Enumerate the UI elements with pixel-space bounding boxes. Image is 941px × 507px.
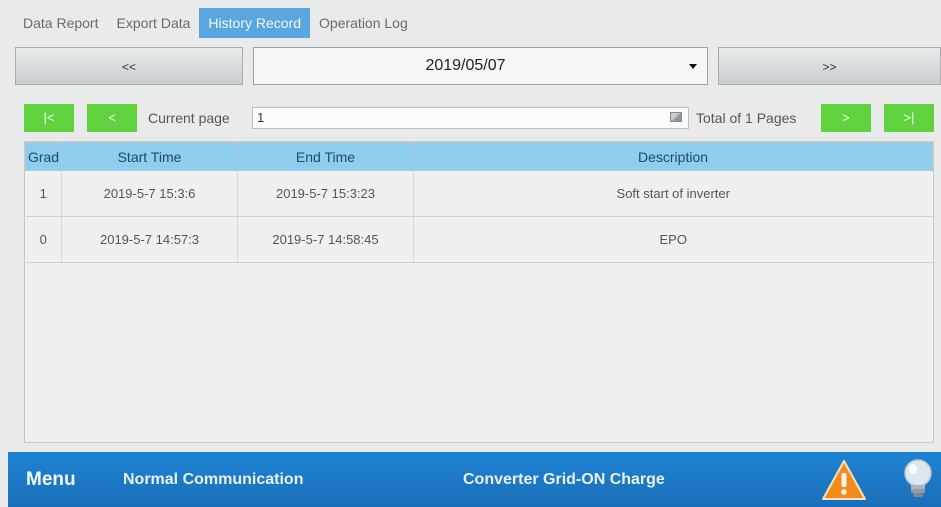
next-page-button[interactable]: > <box>821 104 871 132</box>
cell-grad: 0 <box>25 216 62 263</box>
table-row[interactable]: 0 2019-5-7 14:57:3 2019-5-7 14:58:45 EPO <box>25 216 933 263</box>
cell-description: EPO <box>413 216 933 263</box>
column-header-grad: Grad <box>25 142 62 171</box>
cell-description: Soft start of inverter <box>413 170 933 217</box>
warning-triangle-icon[interactable] <box>821 459 867 506</box>
cell-start-time: 2019-5-7 15:3:6 <box>61 170 238 217</box>
communication-status: Normal Communication <box>123 471 304 488</box>
current-page-field[interactable]: 1 <box>252 107 689 129</box>
status-bar: Menu Normal Communication Converter Grid… <box>8 452 941 507</box>
tab-data-report[interactable]: Data Report <box>14 8 107 38</box>
chevron-down-icon <box>689 64 697 69</box>
current-page-value: 1 <box>257 110 265 125</box>
tab-operation-log[interactable]: Operation Log <box>310 8 417 38</box>
operating-mode-status: Converter Grid-ON Charge <box>463 471 665 488</box>
last-page-button[interactable]: >| <box>884 104 934 132</box>
tab-export-data[interactable]: Export Data <box>107 8 199 38</box>
table-row[interactable]: 1 2019-5-7 15:3:6 2019-5-7 15:3:23 Soft … <box>25 170 933 217</box>
pagination-bar: |< < Current page 1 Total of 1 Pages > >… <box>24 104 936 132</box>
menu-button[interactable]: Menu <box>26 452 76 507</box>
selected-date: 2019/05/07 <box>425 57 506 74</box>
history-record-table: Grad Start Time End Time Description 1 2… <box>25 142 933 263</box>
total-pages-label: Total of 1 Pages <box>696 110 797 126</box>
tab-history-record[interactable]: History Record <box>199 8 311 38</box>
column-header-end-time: End Time <box>237 142 414 171</box>
previous-page-button[interactable]: < <box>87 104 137 132</box>
column-header-description: Description <box>413 142 933 171</box>
cell-end-time: 2019-5-7 14:58:45 <box>237 216 414 263</box>
previous-day-button[interactable]: << <box>15 47 243 85</box>
cell-start-time: 2019-5-7 14:57:3 <box>61 216 238 263</box>
date-navigation: << 2019/05/07 >> <box>15 47 941 87</box>
table-header-row: Grad Start Time End Time Description <box>25 142 933 171</box>
next-day-button[interactable]: >> <box>718 47 941 85</box>
cell-grad: 1 <box>25 170 62 217</box>
page-picker-icon[interactable] <box>670 112 682 122</box>
light-bulb-icon[interactable] <box>901 458 935 507</box>
history-record-table-panel: Grad Start Time End Time Description 1 2… <box>24 141 934 443</box>
cell-end-time: 2019-5-7 15:3:23 <box>237 170 414 217</box>
current-page-label: Current page <box>148 110 230 126</box>
column-header-start-time: Start Time <box>61 142 238 171</box>
first-page-button[interactable]: |< <box>24 104 74 132</box>
tab-bar: Data Report Export Data History Record O… <box>14 8 417 38</box>
date-select[interactable]: 2019/05/07 <box>253 47 708 85</box>
